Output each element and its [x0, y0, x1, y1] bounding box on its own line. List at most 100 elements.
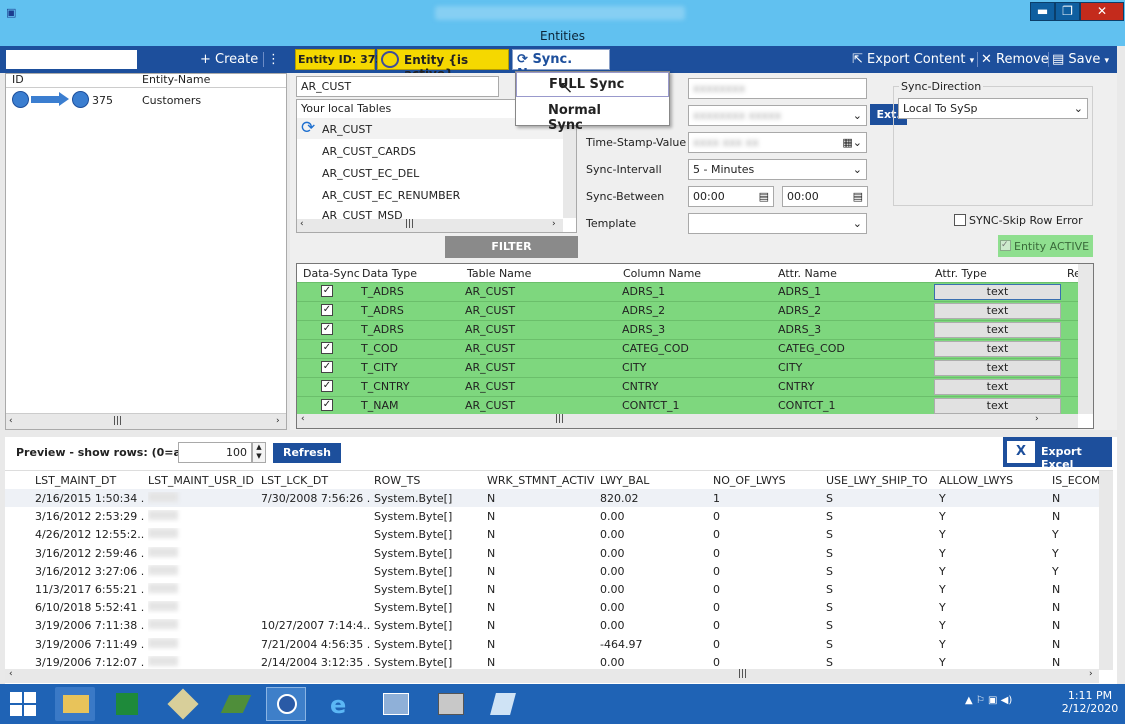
interval-select[interactable]: 5 - Minutes ⌄	[688, 159, 867, 180]
timestamp-field[interactable]: xxxx xxx xx ▦⌄	[688, 132, 867, 153]
skip-row-error-checkbox[interactable]	[954, 214, 966, 226]
filter-button[interactable]: FILTER	[445, 236, 578, 258]
entity-hscroll[interactable]: ‹ ||| ›	[6, 413, 286, 429]
table-item[interactable]: AR_CUST_EC_RENUMBER	[322, 189, 460, 202]
template-select[interactable]: ⌄	[688, 213, 867, 234]
refresh-tables-icon[interactable]: ⟳	[301, 118, 315, 138]
entity-id-cell[interactable]: 375	[92, 94, 113, 107]
cell: ADRS_2	[778, 304, 822, 317]
remove-button[interactable]: ✕ Remove	[977, 52, 1049, 67]
grid-vscroll[interactable]	[1078, 264, 1093, 414]
preview-row[interactable]: 4/26/2012 12:55:2... System.Byte[] N 0.00 0 S…	[5, 525, 1099, 543]
preview-row[interactable]: 3/16/2012 2:53:29 ... System.Byte[] N 0.00 0…	[5, 507, 1099, 525]
preview-cell: 0.00	[600, 619, 625, 633]
clock[interactable]: 1:11 PM 2/12/2020	[1060, 689, 1120, 715]
ie-icon[interactable]: e	[322, 687, 362, 721]
direction-select[interactable]: Local To SySp ⌄	[898, 98, 1088, 119]
entity-list	[5, 73, 287, 430]
explorer-icon[interactable]	[55, 687, 95, 721]
rows-input[interactable]: 100	[178, 442, 252, 463]
sync-now-button[interactable]: ⟳ Sync. Now ▾	[512, 49, 610, 82]
calculator-icon[interactable]	[430, 687, 470, 721]
preview-row[interactable]: 3/19/2006 7:11:38 ... 10/27/2007 7:14:4..…	[5, 616, 1099, 634]
close-button[interactable]: ✕	[1080, 2, 1124, 21]
table-item[interactable]: AR_CUST	[322, 123, 372, 136]
preview-cell: Y	[939, 601, 946, 615]
entity-name-cell[interactable]: Customers	[142, 94, 201, 107]
cell: T_CNTRY	[361, 380, 410, 393]
blurred-select[interactable]: xxxxxxxx xxxxx ⌄	[688, 105, 867, 126]
preview-row[interactable]: 3/16/2012 2:59:46 ... System.Byte[] N 0.00 0…	[5, 544, 1099, 562]
data-sync-checkbox[interactable]: ✓	[321, 380, 333, 392]
preview-cell: 1	[713, 492, 720, 505]
rows-spinner[interactable]: ▲ ▼	[252, 442, 266, 463]
attr-type-button[interactable]: text	[934, 303, 1061, 319]
attr-type-button[interactable]: text	[934, 322, 1061, 338]
cell: T_ADRS	[361, 304, 404, 317]
restore-button[interactable]: ❐	[1055, 2, 1080, 21]
normal-sync-item[interactable]: Normal Sync	[516, 99, 669, 133]
full-sync-item[interactable]: FULL Sync	[516, 72, 669, 97]
preview-row[interactable]: 2/16/2015 1:50:34 ... 7/30/2008 7:56:26 .…	[5, 489, 1099, 507]
attr-type-button[interactable]: text	[934, 379, 1061, 395]
data-sync-checkbox[interactable]: ✓	[321, 342, 333, 354]
cell: ADRS_1	[778, 285, 822, 298]
table-item[interactable]: AR_CUST_EC_DEL	[322, 167, 419, 180]
preview-cell: 0	[713, 583, 720, 596]
grid-row[interactable]: ✓ T_COD AR_CUST CATEG_COD CATEG_COD text	[297, 339, 1078, 358]
preview-cell: S	[826, 601, 833, 615]
data-sync-checkbox[interactable]: ✓	[321, 285, 333, 297]
entity-active-checkbox[interactable]: ✓	[1000, 240, 1011, 251]
grid-hscroll[interactable]: ‹ ||| ›	[297, 414, 1078, 428]
export-content-button[interactable]: ⇱ Export Content ▾	[852, 52, 974, 67]
preview-hscroll[interactable]: ‹ ||| ›	[5, 669, 1099, 683]
between-from-field[interactable]: 00:00 ▤	[688, 186, 774, 207]
table-input[interactable]: AR_CUST	[296, 76, 499, 97]
store-icon[interactable]	[108, 687, 148, 721]
preview-row[interactable]: 3/19/2006 7:11:49 ... 7/21/2004 4:56:35 .…	[5, 635, 1099, 653]
cell: CATEG_COD	[778, 342, 845, 355]
data-sync-checkbox[interactable]: ✓	[321, 399, 333, 411]
tables-hscroll[interactable]: ‹ ||| ›	[297, 219, 563, 232]
refresh-button[interactable]: Refresh	[273, 443, 341, 463]
sync-app-icon[interactable]	[266, 687, 306, 721]
cell: T_COD	[361, 342, 399, 355]
attr-type-button[interactable]: text	[934, 341, 1061, 357]
attr-type-button[interactable]: text	[934, 360, 1061, 376]
preview-vscroll[interactable]	[1099, 471, 1113, 670]
attr-type-button[interactable]: text	[934, 398, 1061, 414]
attr-type-button[interactable]: text	[934, 284, 1061, 300]
data-sync-checkbox[interactable]: ✓	[321, 361, 333, 373]
export-excel-button[interactable]: X Export Excel	[1003, 437, 1112, 471]
tray-icons[interactable]: ▲ ⚐ ▣ ◀)	[965, 695, 1012, 706]
app-green-icon[interactable]	[215, 687, 255, 721]
grid-row[interactable]: ✓ T_ADRS AR_CUST ADRS_1 ADRS_1 text	[297, 282, 1078, 301]
minimize-button[interactable]: ▬	[1030, 2, 1055, 21]
preview-cell: Y	[939, 583, 946, 596]
grid-row[interactable]: ✓ T_ADRS AR_CUST ADRS_2 ADRS_2 text	[297, 301, 1078, 320]
blurred-field[interactable]: xxxxxxxx	[688, 78, 867, 99]
preview-row[interactable]: 11/3/2017 6:55:21 ... System.Byte[] N 0.00 0…	[5, 580, 1099, 598]
more-menu-icon[interactable]: ⋮	[263, 52, 283, 67]
grid-row[interactable]: ✓ T_CNTRY AR_CUST CNTRY CNTRY text	[297, 377, 1078, 396]
preview-cell: N	[487, 492, 496, 505]
table-item[interactable]: AR_CUST_MSD	[322, 209, 403, 219]
preview-cell: S	[826, 492, 833, 505]
create-button[interactable]: + Create	[200, 52, 258, 67]
grid-row[interactable]: ✓ T_ADRS AR_CUST ADRS_3 ADRS_3 text	[297, 320, 1078, 339]
preview-cell: N	[487, 619, 496, 633]
preview-row[interactable]: 3/16/2012 3:27:06 ... System.Byte[] N 0.00 0…	[5, 562, 1099, 580]
grid-row[interactable]: ✓ T_CITY AR_CUST CITY CITY text	[297, 358, 1078, 377]
tools-icon[interactable]	[162, 687, 202, 721]
entity-search-input[interactable]	[5, 49, 138, 70]
table-item[interactable]: AR_CUST_CARDS	[322, 145, 416, 158]
network-app-icon[interactable]	[375, 687, 415, 721]
save-button[interactable]: ▤ Save ▾	[1048, 52, 1109, 67]
grid-row[interactable]: ✓ T_NAM AR_CUST CONTCT_1 CONTCT_1 text	[297, 396, 1078, 415]
preview-row[interactable]: 6/10/2018 5:52:41 ... System.Byte[] N 0.00 0…	[5, 598, 1099, 616]
data-sync-checkbox[interactable]: ✓	[321, 304, 333, 316]
between-to-field[interactable]: 00:00 ▤	[782, 186, 868, 207]
data-sync-checkbox[interactable]: ✓	[321, 323, 333, 335]
start-icon[interactable]	[10, 692, 38, 716]
notepad-icon[interactable]	[483, 687, 523, 721]
